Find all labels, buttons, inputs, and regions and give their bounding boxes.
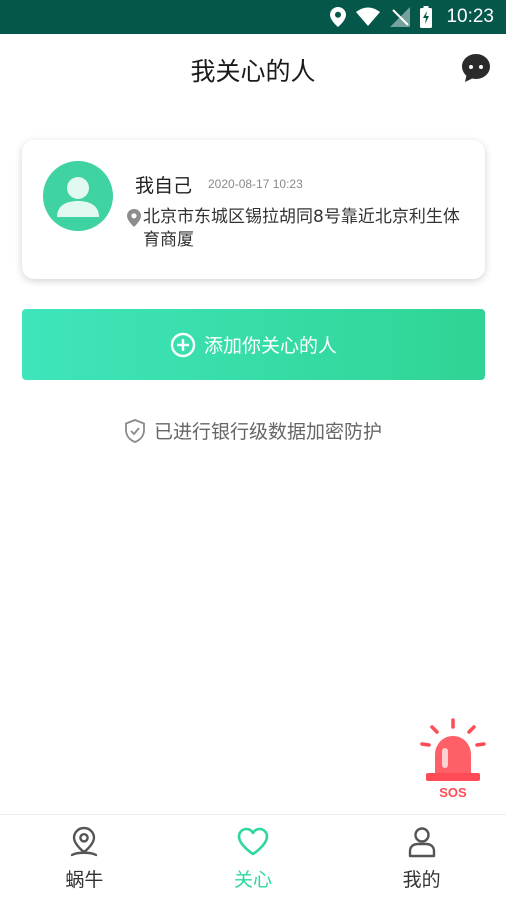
alarm-light-icon	[420, 718, 486, 781]
message-icon[interactable]	[460, 52, 492, 84]
heart-icon	[237, 827, 269, 856]
tab-care-label: 关心	[234, 869, 273, 891]
plus-circle-icon	[170, 332, 196, 357]
location-pin-icon	[127, 209, 141, 227]
shield-check-icon	[125, 418, 145, 443]
sos-button[interactable]: SOS	[418, 718, 488, 802]
tab-mine[interactable]: 我的	[337, 815, 506, 900]
security-text: 已进行银行级数据加密防护	[153, 421, 382, 443]
tab-care[interactable]: 关心	[169, 815, 338, 900]
status-time: 10:23	[446, 6, 494, 27]
security-notice: 已进行银行级数据加密防护	[0, 417, 506, 444]
status-bar: 10:23	[0, 0, 506, 34]
location-pin-icon	[71, 826, 98, 857]
add-person-label: 添加你关心的人	[203, 335, 337, 357]
user-icon	[408, 827, 435, 858]
person-address: 北京市东城区锡拉胡同8号靠近北京利生体育商厦	[143, 207, 460, 250]
bottom-tab-bar: 蜗牛 关心 我的	[0, 814, 506, 900]
person-name: 我自己	[135, 175, 193, 197]
tab-mine-label: 我的	[402, 869, 441, 891]
battery-charging-icon	[420, 6, 433, 28]
sos-label: SOS	[439, 785, 467, 800]
no-signal-icon	[390, 7, 411, 27]
add-person-button[interactable]: 添加你关心的人	[22, 309, 485, 380]
avatar	[43, 161, 113, 231]
page-title: 我关心的人	[190, 57, 316, 86]
person-card[interactable]: 我自己 2020-08-17 10:23 北京市东城区锡拉胡同8号靠近北京利生体…	[22, 140, 485, 279]
person-update-time: 2020-08-17 10:23	[208, 177, 303, 191]
wifi-icon	[356, 7, 381, 26]
location-icon	[330, 7, 347, 27]
default-avatar-icon	[57, 177, 99, 217]
app-header: 我关心的人	[0, 34, 506, 106]
tab-snail-label: 蜗牛	[65, 869, 104, 891]
status-icons: 10:23	[330, 0, 494, 34]
tab-snail[interactable]: 蜗牛	[0, 815, 169, 900]
